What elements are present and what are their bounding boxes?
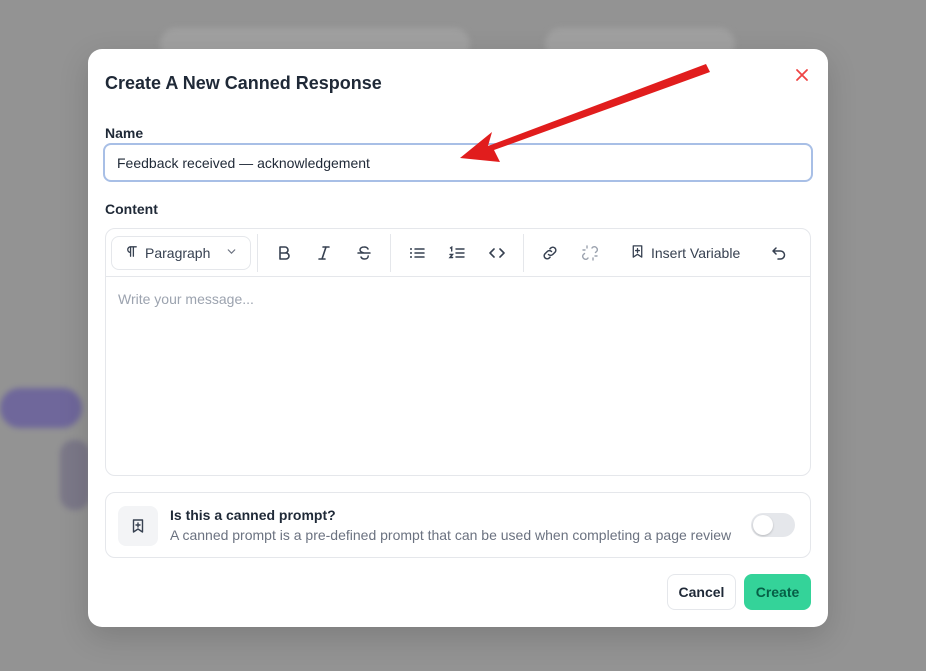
toolbar-divider [257, 233, 258, 272]
message-placeholder: Write your message... [118, 291, 254, 307]
toolbar-divider [523, 233, 524, 272]
cancel-button[interactable]: Cancel [667, 574, 736, 610]
message-editor-body[interactable]: Write your message... [106, 277, 810, 321]
paragraph-icon [124, 244, 139, 262]
canned-response-modal: Create A New Canned Response Name Conten… [88, 49, 828, 627]
bold-icon[interactable] [267, 236, 301, 270]
paragraph-select[interactable]: Paragraph [111, 235, 251, 270]
content-label: Content [105, 201, 158, 217]
name-label: Name [105, 125, 144, 141]
strikethrough-icon[interactable] [347, 236, 381, 270]
paragraph-select-label: Paragraph [145, 244, 211, 261]
canned-prompt-card: Is this a canned prompt? A canned prompt… [105, 492, 811, 558]
numbered-list-icon[interactable] [440, 236, 474, 270]
canned-prompt-toggle[interactable] [751, 513, 795, 537]
name-input[interactable] [103, 143, 813, 182]
italic-icon[interactable] [307, 236, 341, 270]
canned-prompt-title: Is this a canned prompt? [170, 507, 336, 523]
chevron-down-icon [225, 245, 238, 261]
bullet-list-icon[interactable] [400, 236, 434, 270]
insert-variable-button[interactable]: Insert Variable [622, 236, 748, 270]
rich-text-editor: Paragraph Insert Variable Write your mes… [105, 228, 811, 476]
toolbar-divider [390, 233, 391, 272]
undo-icon[interactable] [762, 236, 796, 270]
editor-toolbar: Paragraph Insert Variable [106, 229, 810, 277]
toggle-knob [753, 515, 773, 535]
modal-title: Create A New Canned Response [105, 73, 382, 93]
close-icon[interactable] [794, 67, 810, 83]
insert-variable-label: Insert Variable [651, 244, 741, 261]
link-icon[interactable] [533, 236, 567, 270]
bookmark-plus-icon [630, 244, 645, 262]
bookmark-plus-icon [118, 506, 158, 546]
canned-prompt-description: A canned prompt is a pre-defined prompt … [170, 527, 732, 543]
create-button[interactable]: Create [744, 574, 811, 610]
unlink-icon[interactable] [573, 236, 607, 270]
code-icon[interactable] [480, 236, 514, 270]
